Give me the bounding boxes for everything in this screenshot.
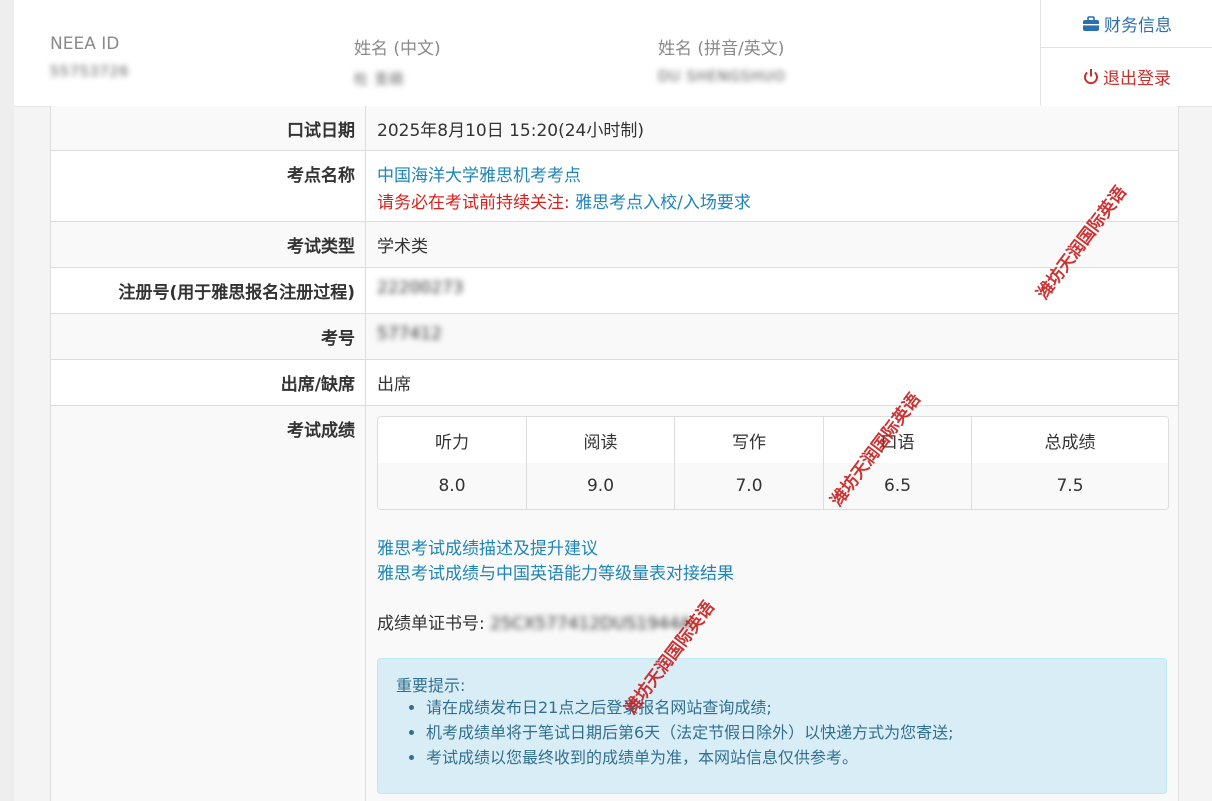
speaking-score: 6.5 xyxy=(824,463,972,509)
trf-label: 成绩单证书号: xyxy=(377,614,485,634)
venue-name-link[interactable]: 中国海洋大学雅思机考考点 xyxy=(377,161,751,186)
oral-date-label: 口试日期 xyxy=(51,106,366,150)
exam-type-row: 考试类型 学术类 xyxy=(51,222,1178,268)
score-value-row: 8.0 9.0 7.0 6.5 7.5 xyxy=(378,463,1168,509)
chinese-name-field: 姓名 (中文) 杜 圣硕 xyxy=(354,34,441,89)
scores-label: 考试成绩 xyxy=(51,406,366,801)
notice-title: 重要提示: xyxy=(396,676,466,695)
registration-row: 注册号(用于雅思报名注册过程) 22200273 xyxy=(51,268,1178,314)
power-icon xyxy=(1083,68,1099,85)
overall-score: 7.5 xyxy=(1056,476,1084,496)
chinese-name-value: 杜 圣硕 xyxy=(354,72,405,88)
venue-value: 中国海洋大学雅思机考考点 请务必在考试前持续关注: 雅思考点入校/入场要求 xyxy=(377,161,751,213)
exam-details-table: 口试日期 2025年8月10日 15:20(24小时制) 考点名称 中国海洋大学… xyxy=(50,106,1179,801)
score-header-row: 听力 阅读 写作 口语 总成绩 xyxy=(378,417,1168,464)
overall-header: 总成绩 xyxy=(1044,432,1096,453)
neea-id-label: NEEA ID xyxy=(50,34,120,54)
attendance-value: 出席 xyxy=(377,375,411,395)
listening-score: 8.0 xyxy=(378,463,527,509)
reading-score: 9.0 xyxy=(527,463,675,509)
notice-item: 考试成绩以您最终收到的成绩单为准，本网站信息仅供参考。 xyxy=(426,745,954,770)
neea-id-value: 55753726 xyxy=(50,64,130,80)
notice-list: 请在成绩发布日21点之后登录报名网站查询成绩; 机考成绩单将于笔试日期后第6天（… xyxy=(396,695,954,770)
writing-header: 写作 xyxy=(675,417,824,463)
speaking-header: 口语 xyxy=(824,417,972,463)
exam-type-value: 学术类 xyxy=(377,237,428,257)
oral-date-value: 2025年8月10日 15:20(24小时制) xyxy=(377,121,645,141)
venue-entry-requirements-link[interactable]: 雅思考点入校/入场要求 xyxy=(575,193,751,213)
chinese-name-label: 姓名 (中文) xyxy=(354,39,441,59)
exam-type-label: 考试类型 xyxy=(51,222,366,267)
reading-header: 阅读 xyxy=(527,417,675,463)
trf-value: 25CX577412DUS1944A xyxy=(490,614,692,634)
listening-header: 听力 xyxy=(378,417,527,463)
oral-date-row: 口试日期 2025年8月10日 15:20(24小时制) xyxy=(51,106,1178,151)
candidate-number-label: 考号 xyxy=(51,314,366,359)
writing-score: 7.0 xyxy=(675,463,824,509)
finance-info-label: 财务信息 xyxy=(1104,16,1172,36)
score-description-link[interactable]: 雅思考试成绩描述及提升建议 xyxy=(377,534,598,559)
neea-id-field: NEEA ID 55753726 xyxy=(50,34,129,80)
important-notice: 重要提示: 请在成绩发布日21点之后登录报名网站查询成绩; 机考成绩单将于笔试日… xyxy=(377,658,1167,794)
attendance-row: 出席/缺席 出席 xyxy=(51,360,1178,406)
trf-number: 成绩单证书号: 25CX577412DUS1944A xyxy=(377,609,691,634)
attendance-label: 出席/缺席 xyxy=(51,360,366,405)
registration-label: 注册号(用于雅思报名注册过程) xyxy=(51,268,366,313)
notice-item: 机考成绩单将于笔试日期后第6天（法定节假日除外）以快递方式为您寄送; xyxy=(426,720,954,745)
account-menu: 财务信息 退出登录 xyxy=(1040,0,1212,107)
candidate-number-value: 577412 xyxy=(377,324,442,344)
registration-value: 22200273 xyxy=(377,278,464,298)
logout-label: 退出登录 xyxy=(1103,68,1171,89)
score-table: 听力 阅读 写作 口语 总成绩 8.0 9.0 7.0 6.5 7.5 xyxy=(377,416,1169,510)
cse-alignment-link[interactable]: 雅思考试成绩与中国英语能力等级量表对接结果 xyxy=(377,559,734,584)
user-info-header: NEEA ID 55753726 姓名 (中文) 杜 圣硕 姓名 (拼音/英文)… xyxy=(14,0,1040,107)
venue-row: 考点名称 中国海洋大学雅思机考考点 请务必在考试前持续关注: 雅思考点入校/入场… xyxy=(51,151,1178,222)
notice-item: 请在成绩发布日21点之后登录报名网站查询成绩; xyxy=(426,695,954,720)
page-edge xyxy=(0,0,14,801)
pinyin-name-value: DU SHENGSHUO xyxy=(658,69,786,85)
venue-label: 考点名称 xyxy=(51,151,366,221)
pinyin-name-label: 姓名 (拼音/英文) xyxy=(658,39,785,59)
briefcase-icon xyxy=(1082,15,1100,32)
venue-notice-text: 请务必在考试前持续关注: xyxy=(377,193,570,213)
candidate-number-row: 考号 577412 xyxy=(51,314,1178,360)
logout-link[interactable]: 退出登录 xyxy=(1041,50,1212,102)
finance-info-link[interactable]: 财务信息 xyxy=(1041,0,1212,48)
pinyin-name-field: 姓名 (拼音/英文) DU SHENGSHUO xyxy=(658,34,786,85)
